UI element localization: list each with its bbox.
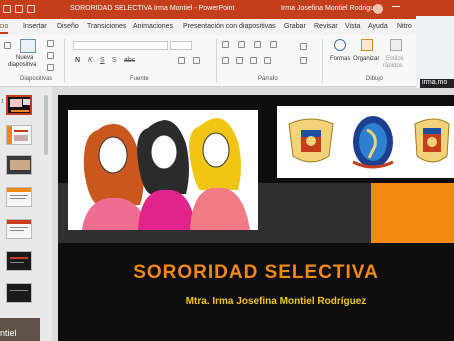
slide-thumbnails-pane: 1 [0,87,52,341]
strikethrough-button[interactable]: abc [124,57,135,64]
user-name[interactable]: Irma Josefina Montiel Rodriguez [281,5,381,12]
orange-accent-block [371,183,454,243]
slide-thumbnail[interactable] [6,219,32,239]
group-label-drawing: Dibujo [366,76,384,82]
shapes-icon[interactable] [334,39,346,51]
text-direction-icon[interactable] [300,43,307,50]
slide-thumbnail[interactable] [6,187,32,207]
slide-subtitle[interactable]: Mtra. Irma Josefina Montiel Rodríguez [98,296,454,307]
paste-icon[interactable] [4,42,11,49]
women-illustration[interactable] [68,110,258,230]
window-title: SORORIDAD SELECTIVA Irma Montiel - Power… [70,5,235,12]
highlight-icon[interactable] [193,57,200,64]
thumbnail-number: 1 [1,99,4,105]
women-illustration-art [82,118,250,230]
tab-revisar[interactable]: Revisar [314,23,338,30]
new-slide-button[interactable]: Nueva [16,55,33,61]
tab-animaciones[interactable]: Animaciones [133,23,173,30]
video-participant-name: irma.mo [420,79,454,88]
font-name-field[interactable] [73,41,168,50]
bullets-icon[interactable] [222,41,229,48]
video-participant-name: ntiel [0,328,17,338]
new-slide-button-label[interactable]: diapositiva [8,62,36,68]
slide-thumbnail[interactable] [6,155,32,175]
thumbnails-scrollbar[interactable] [44,95,48,155]
shadow-button[interactable]: S [112,57,117,64]
video-feed-top-right[interactable]: irma.mo [416,16,454,88]
seals-art [288,116,450,169]
tab-diseno[interactable]: Diseño [57,23,79,30]
bold-button[interactable]: N [75,57,80,64]
tab-presentacion[interactable]: Presentación con diapositivas [183,23,276,30]
group-separator [322,39,323,83]
tab-vista[interactable]: Vista [345,23,360,30]
current-slide[interactable]: SORORIDAD SELECTIVA Mtra. Irma Josefina … [58,95,454,341]
arrange-button[interactable]: Organizar [353,56,379,62]
seal-left [288,118,334,163]
quick-styles-icon[interactable] [390,39,402,51]
quick-styles-button-label[interactable]: rápidos [383,63,403,69]
line-spacing-icon[interactable] [270,41,277,48]
tab-insertar[interactable]: Insertar [23,23,47,30]
slide-thumbnail[interactable] [6,95,32,115]
ribbon-tabs: Inicio Insertar Diseño Transiciones Anim… [0,19,454,35]
quick-styles-button[interactable]: Estilos [386,56,404,62]
autosave-icon[interactable] [3,5,11,13]
tab-grabar[interactable]: Grabar [284,23,306,30]
group-label-font: Fuente [130,76,149,82]
font-size-field[interactable] [170,41,192,50]
ribbon: Nueva diapositiva Diapositivas N K S S a… [0,35,454,87]
slide-thumbnail[interactable] [6,283,32,303]
font-color-icon[interactable] [178,57,185,64]
slide-thumbnail[interactable] [6,125,32,145]
video-feed-bottom-left[interactable]: ntiel [0,318,40,341]
numbering-icon[interactable] [238,41,245,48]
slide-thumbnail[interactable] [6,251,32,271]
tab-ayuda[interactable]: Ayuda [368,23,388,30]
group-label-paragraph: Párrafo [258,76,278,82]
avatar[interactable] [373,4,383,14]
seal-right [414,118,450,163]
undo-icon[interactable] [27,5,35,13]
new-slide-icon[interactable] [20,39,36,53]
arrange-icon[interactable] [361,39,373,51]
indent-icon[interactable] [254,41,261,48]
italic-button[interactable]: K [88,57,93,64]
slide-title[interactable]: SORORIDAD SELECTIVA [58,262,454,284]
save-icon[interactable] [15,5,23,13]
align-right-icon[interactable] [250,57,257,64]
layout-icon[interactable] [47,40,54,47]
tab-nitro[interactable]: Nitro [397,23,412,30]
title-bar: SORORIDAD SELECTIVA Irma Montiel - Power… [0,0,454,19]
section-icon[interactable] [47,64,54,71]
group-separator [216,39,217,83]
quick-access-toolbar [3,5,35,13]
group-label-slides: Diapositivas [20,76,53,82]
justify-icon[interactable] [264,57,271,64]
minimize-icon[interactable] [392,6,400,7]
underline-button[interactable]: S [100,57,105,64]
tab-transiciones[interactable]: Transiciones [87,23,126,30]
group-separator [64,39,65,83]
shapes-button[interactable]: Formas [330,56,350,62]
tab-inicio[interactable]: Inicio [0,23,9,34]
smartart-icon[interactable] [300,57,307,64]
align-center-icon[interactable] [236,57,243,64]
powerpoint-window: SORORIDAD SELECTIVA Irma Montiel - Power… [0,0,454,341]
align-left-icon[interactable] [222,57,229,64]
seal-center [352,116,394,169]
reset-icon[interactable] [47,52,54,59]
institution-seals[interactable] [277,106,454,178]
